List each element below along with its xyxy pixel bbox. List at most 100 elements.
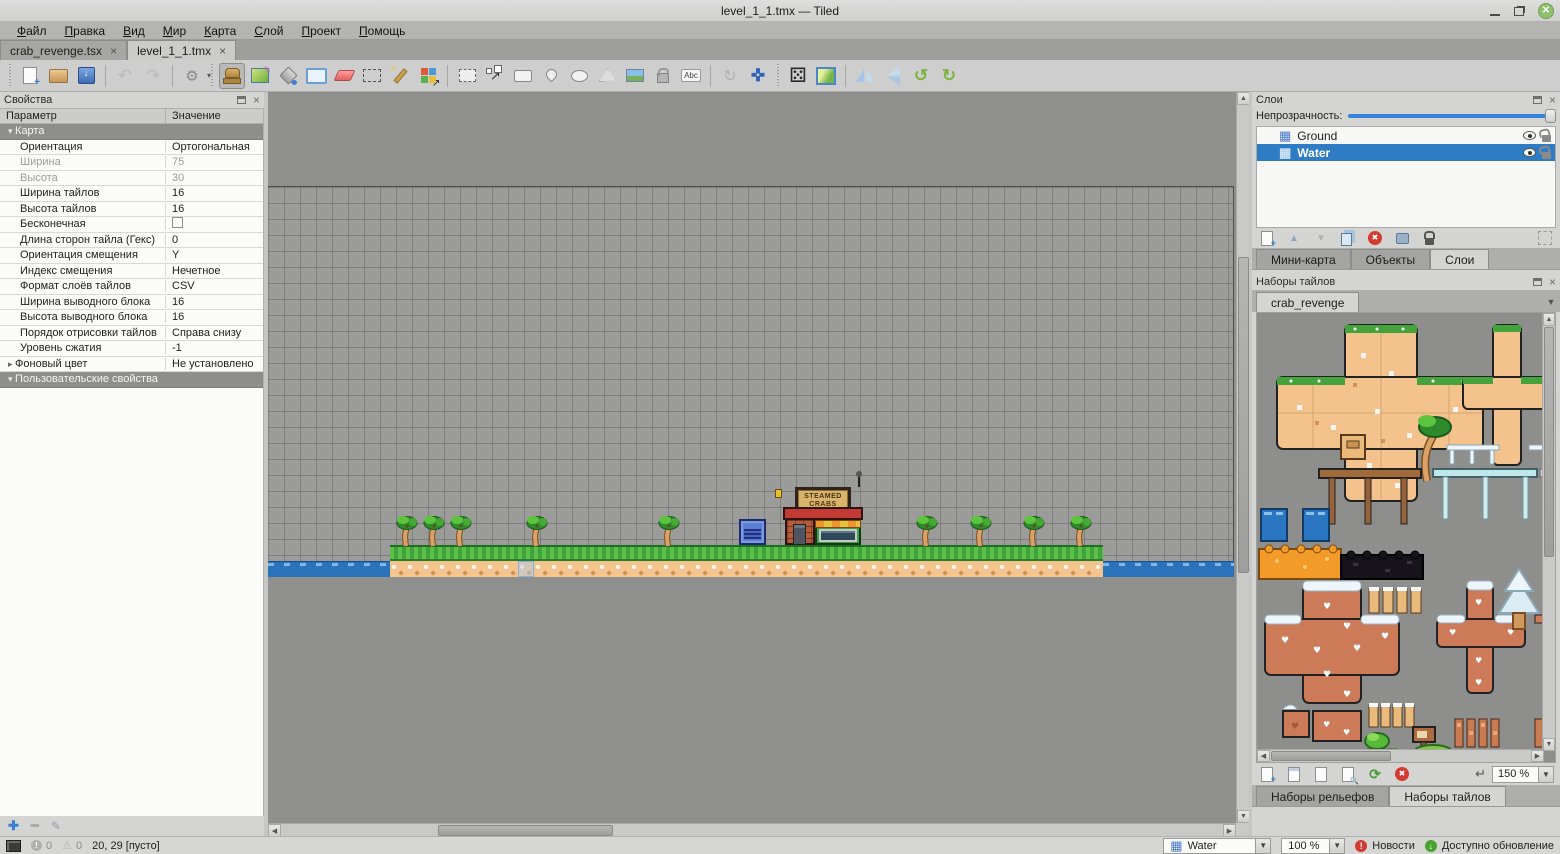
menu-item[interactable]: Слой (245, 23, 292, 39)
export-tileset-button[interactable] (1339, 765, 1357, 783)
duplicate-layer-button[interactable] (1339, 229, 1357, 247)
property-row[interactable]: Формат слоёв тайлов CSV (0, 279, 263, 295)
insert-template-button[interactable] (650, 63, 676, 89)
dock-tab[interactable]: Мини-карта (1256, 249, 1351, 269)
property-row[interactable]: Бесконечная (0, 217, 263, 233)
highlight-current-layer-button[interactable] (1536, 229, 1554, 247)
open-file-button[interactable] (45, 63, 71, 89)
eraser-button[interactable] (331, 63, 357, 89)
show-other-layers-button[interactable] (1393, 229, 1411, 247)
float-panel-icon[interactable] (237, 96, 246, 104)
property-row[interactable]: Пользовательские свойства (0, 372, 263, 388)
random-mode-button[interactable] (785, 63, 811, 89)
lower-layer-button[interactable] (1312, 229, 1330, 247)
scroll-thumb[interactable] (1271, 751, 1391, 761)
error-count[interactable]: 0 (31, 840, 52, 852)
zoom-select[interactable]: 100 % ▼ (1281, 838, 1345, 854)
property-row[interactable]: Ширина 75 (0, 155, 263, 171)
layer-select[interactable]: ▦Water ▼ (1163, 838, 1271, 854)
terrain-brush-button[interactable] (247, 63, 273, 89)
flip-vertical-button[interactable] (880, 63, 906, 89)
float-panel-icon[interactable] (1533, 278, 1542, 286)
unlocked-icon[interactable] (1542, 152, 1551, 159)
flip-horizontal-button[interactable] (852, 63, 878, 89)
canvas-vertical-scrollbar[interactable]: ▲ ▼ (1236, 92, 1249, 823)
property-row[interactable]: Индекс смещения Нечетное (0, 264, 263, 280)
tileset-tab[interactable]: crab_revenge (1256, 292, 1359, 312)
insert-rectangle-button[interactable] (510, 63, 536, 89)
minimize-button-icon[interactable] (1490, 14, 1500, 16)
raise-layer-button[interactable] (1285, 229, 1303, 247)
checkbox[interactable] (172, 217, 183, 228)
rotate-button[interactable] (717, 63, 743, 89)
scroll-left-icon[interactable]: ◀ (1257, 750, 1270, 762)
edit-property-icon[interactable]: ✎ (51, 819, 61, 833)
tileset-properties-button[interactable] (1285, 765, 1303, 783)
insert-text-button[interactable] (678, 63, 704, 89)
tileset-zoom-select[interactable]: 150 % ▼ (1492, 766, 1554, 783)
rotate-right-button[interactable] (936, 63, 962, 89)
tileset-vertical-scrollbar[interactable]: ▲ ▼ (1542, 313, 1555, 751)
edit-polygons-button[interactable] (482, 63, 508, 89)
property-row[interactable]: Ориентация смещения Y (0, 248, 263, 264)
scroll-right-icon[interactable]: ▶ (1531, 750, 1544, 762)
document-tab[interactable]: crab_revenge.tsx × (0, 40, 127, 60)
property-row[interactable]: Порядок отрисовки тайлов Справа снизу (0, 326, 263, 342)
toolbar-grip[interactable] (775, 64, 781, 88)
tab-close-icon[interactable]: × (219, 46, 226, 56)
warning-count[interactable]: 0 (62, 839, 82, 852)
news-link[interactable]: Новости (1355, 840, 1415, 852)
property-row[interactable]: Ширина выводного блока 16 (0, 295, 263, 311)
bucket-fill-button[interactable] (275, 63, 301, 89)
property-row[interactable]: Высота тайлов 16 (0, 202, 263, 218)
opacity-slider[interactable] (1348, 114, 1554, 118)
offset-layers-button[interactable] (745, 63, 771, 89)
add-property-icon[interactable]: ✚ (8, 818, 19, 834)
menu-item[interactable]: Правка (56, 23, 115, 39)
close-panel-icon[interactable]: × (1549, 278, 1556, 286)
dropdown-caret-icon[interactable]: ▼ (1329, 839, 1344, 853)
remove-layer-button[interactable] (1366, 229, 1384, 247)
float-panel-icon[interactable] (1533, 96, 1542, 104)
unlocked-icon[interactable] (1542, 135, 1551, 142)
update-available-link[interactable]: Доступно обновление (1425, 840, 1554, 852)
dock-tab[interactable]: Наборы тайлов (1389, 786, 1505, 806)
canvas-horizontal-scrollbar[interactable]: ◀ ▶ (268, 823, 1236, 836)
lock-layer-button[interactable] (1420, 229, 1438, 247)
menu-item[interactable]: Помощь (350, 23, 414, 39)
layer-list[interactable]: ▦ Ground ▦ Water (1256, 126, 1556, 228)
insert-polygon-button[interactable] (594, 63, 620, 89)
menu-item[interactable]: Мир (154, 23, 195, 39)
opacity-slider-handle[interactable] (1545, 109, 1556, 123)
menu-item[interactable]: Проект (293, 23, 351, 39)
scroll-thumb[interactable] (1544, 327, 1554, 557)
dropdown-caret-icon[interactable]: ▼ (1255, 839, 1270, 853)
rect-select-button[interactable] (359, 63, 385, 89)
add-layer-button[interactable] (1258, 229, 1276, 247)
map-thumbnail-icon[interactable] (6, 840, 21, 852)
property-row[interactable]: Высота выводного блока 16 (0, 310, 263, 326)
remove-tileset-button[interactable] (1393, 765, 1411, 783)
stamp-brush-button[interactable] (219, 63, 245, 89)
new-file-button[interactable] (17, 63, 43, 89)
dynamic-wrap-icon[interactable]: ↵ (1475, 766, 1486, 782)
tileset-dropdown-icon[interactable]: ▼ (1544, 295, 1558, 309)
tab-close-icon[interactable]: × (110, 46, 117, 56)
scroll-up-icon[interactable]: ▲ (1543, 313, 1555, 326)
layer-row[interactable]: ▦ Ground (1257, 127, 1555, 144)
maximize-button-icon[interactable] (1514, 7, 1524, 16)
close-panel-icon[interactable]: × (1549, 96, 1556, 104)
properties-table[interactable]: Карта Ориентация Ортогональная Ширина 75… (0, 124, 264, 816)
insert-point-button[interactable] (538, 63, 564, 89)
document-tab[interactable]: level_1_1.tmx × (127, 40, 236, 60)
reload-tileset-button[interactable] (1366, 765, 1384, 783)
dock-tab[interactable]: Слои (1430, 249, 1489, 269)
rotate-left-button[interactable] (908, 63, 934, 89)
undo-button[interactable] (112, 63, 138, 89)
property-row[interactable]: Ориентация Ортогональная (0, 140, 263, 156)
shape-fill-button[interactable] (303, 63, 329, 89)
select-objects-button[interactable] (454, 63, 480, 89)
map-viewport[interactable]: STEAMED CRABS (268, 92, 1236, 823)
same-tile-select-button[interactable] (415, 63, 441, 89)
automap-button[interactable] (813, 63, 839, 89)
